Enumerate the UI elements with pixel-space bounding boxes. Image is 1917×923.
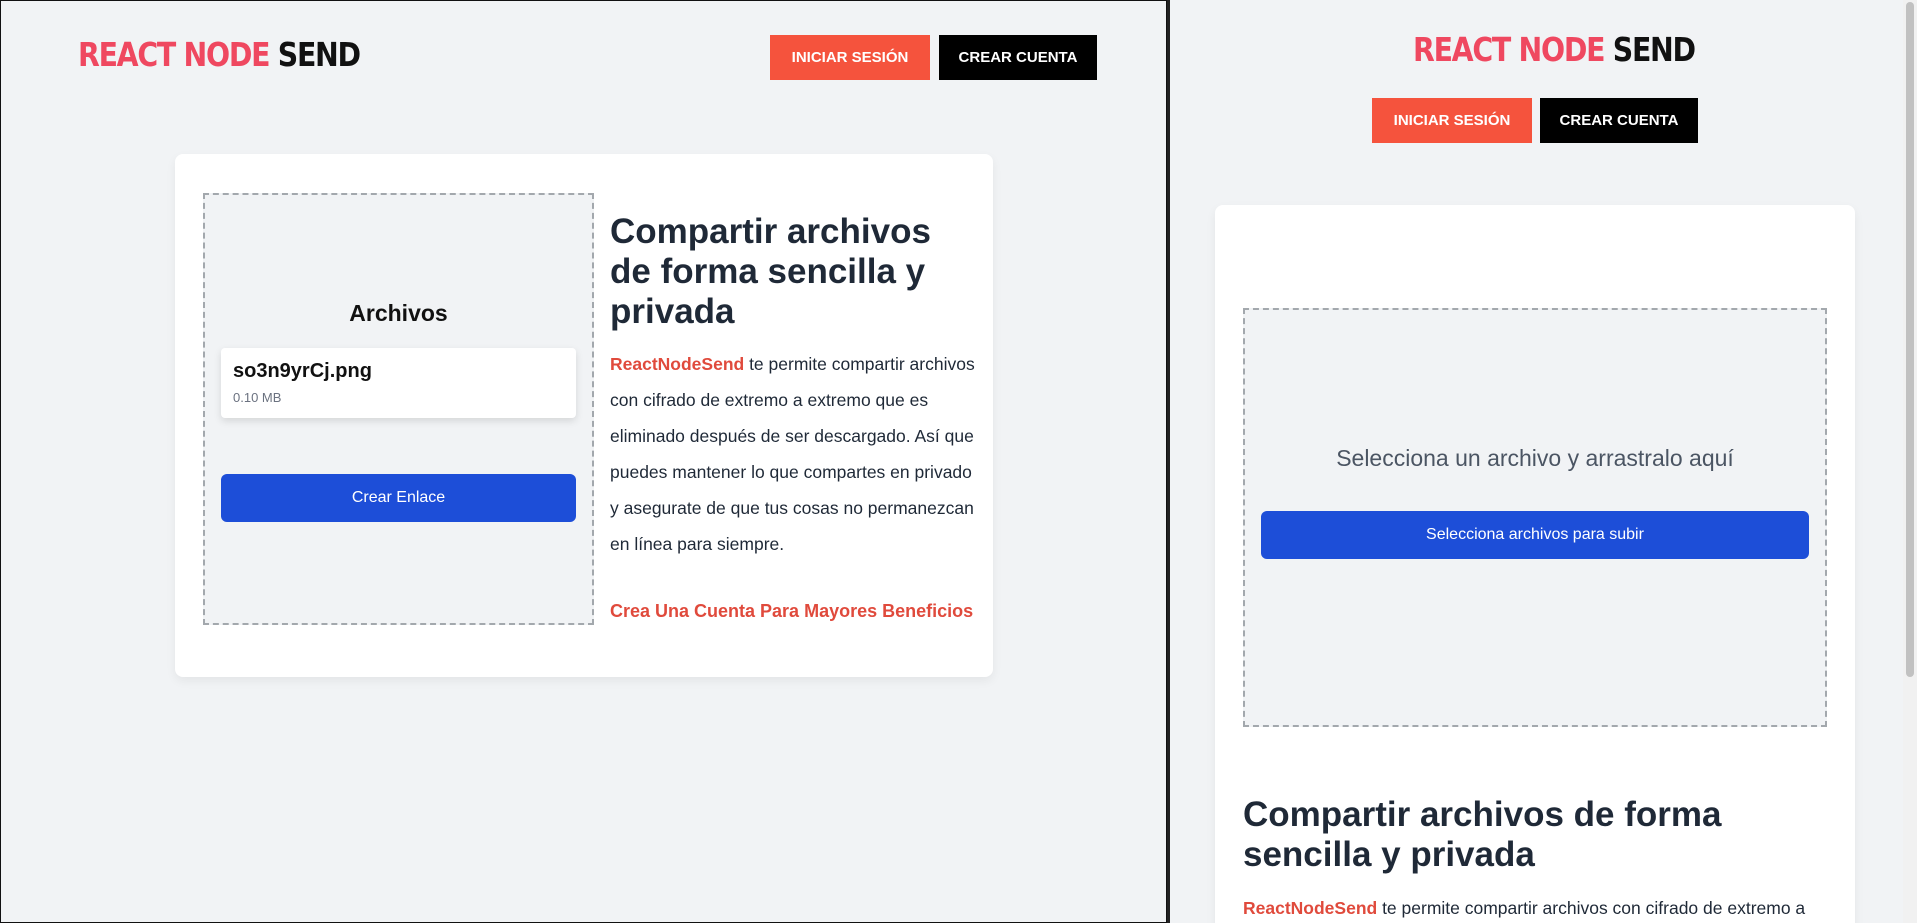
brand-link[interactable]: ReactNodeSend [610,354,744,374]
dropzone-prompt: Selecciona un archivo y arrastralo aquí [1336,445,1734,471]
file-item: so3n9yrCj.png 0.10 MB [221,348,576,418]
left-browser-window: REACT NODE SEND INICIAR SESIÓN CREAR CUE… [0,0,1167,923]
file-dropzone[interactable]: Archivos so3n9yrCj.png 0.10 MB Crear Enl… [203,193,594,625]
description-text: te permite compartir archivos con cifrad… [1377,898,1806,918]
logo[interactable]: REACT NODE SEND [78,35,361,74]
info-heading: Compartir archivos de forma sencilla y p… [610,212,931,331]
right-browser-window: REACT NODE SEND INICIAR SESIÓN CREAR CUE… [1170,0,1917,923]
create-link-button[interactable]: Crear Enlace [221,474,576,522]
signup-button[interactable]: CREAR CUENTA [939,35,1097,80]
signup-button[interactable]: CREAR CUENTA [1540,98,1698,143]
logo[interactable]: REACT NODE SEND [1413,30,1696,69]
info-description: ReactNodeSend te permite compartir archi… [610,346,980,562]
file-name: so3n9yrCj.png [233,360,372,382]
files-title: Archivos [349,300,448,326]
select-files-button[interactable]: Selecciona archivos para subir [1261,511,1809,559]
login-button[interactable]: INICIAR SESIÓN [770,35,930,80]
brand-link[interactable]: ReactNodeSend [1243,898,1377,918]
info-description: ReactNodeSend te permite compartir archi… [1243,890,1843,923]
logo-brand-text: REACT NODE [78,35,270,74]
info-heading: Compartir archivos de forma sencilla y p… [1243,795,1722,874]
logo-brand-text: REACT NODE [1413,30,1605,69]
file-size: 0.10 MB [233,390,282,405]
logo-send-text: SEND [1612,30,1696,69]
description-text: te permite compartir archivos con cifrad… [610,354,975,554]
scrollbar[interactable] [1903,0,1917,923]
upload-card: Selecciona un archivo y arrastralo aquí … [1215,205,1855,923]
scrollbar-thumb[interactable] [1906,2,1914,677]
logo-send-text: SEND [277,35,361,74]
login-button[interactable]: INICIAR SESIÓN [1372,98,1532,143]
upload-card: Archivos so3n9yrCj.png 0.10 MB Crear Enl… [175,154,993,677]
file-dropzone[interactable]: Selecciona un archivo y arrastralo aquí … [1243,308,1827,727]
create-account-link[interactable]: Crea Una Cuenta Para Mayores Beneficios [610,601,973,622]
